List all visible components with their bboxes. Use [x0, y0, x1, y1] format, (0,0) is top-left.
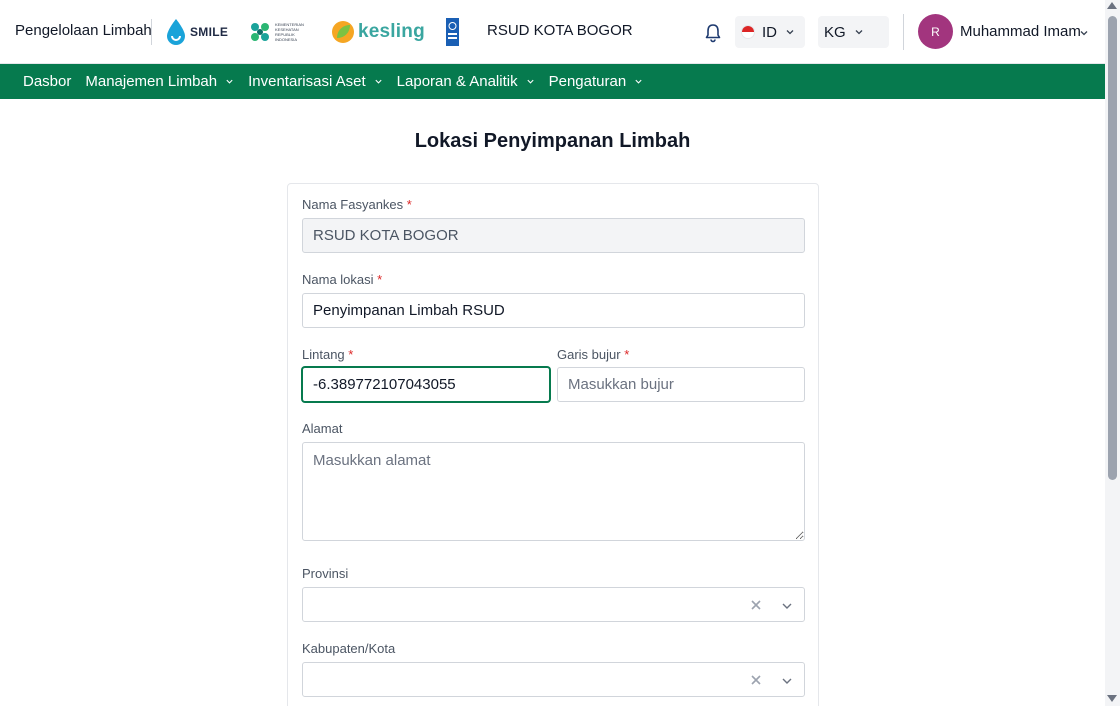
kabupaten-label: Kabupaten/Kota [302, 641, 395, 656]
chevron-down-icon [635, 79, 642, 84]
smile-logo-text: SMILE [190, 25, 229, 39]
avatar[interactable]: R [918, 14, 953, 49]
lokasi-field[interactable] [302, 293, 805, 328]
required-mark: * [377, 272, 383, 287]
kesling-logo: kesling [331, 14, 425, 50]
leaf-icon [332, 21, 354, 43]
indonesia-flag-icon [741, 25, 755, 39]
scroll-thumb[interactable] [1108, 16, 1117, 480]
kemenkes-emblem-icon [251, 23, 269, 41]
nav-label: Pengaturan [548, 73, 627, 90]
fasyankes-label-text: Nama Fasyankes [302, 197, 404, 212]
fasyankes-field [302, 218, 805, 253]
chevron-down-icon [226, 79, 233, 84]
kemenkes-logo-text: KEMENTERIAN KESEHATAN REPUBLIK INDONESIA [275, 22, 304, 42]
header-divider [903, 14, 904, 50]
kabupaten-label-text: Kabupaten/Kota [302, 641, 396, 656]
bujur-field[interactable] [557, 367, 805, 402]
lokasi-label: Nama lokasi * [302, 272, 382, 287]
lintang-field[interactable] [302, 367, 550, 402]
alamat-textarea[interactable] [302, 442, 805, 541]
bell-icon[interactable] [703, 23, 723, 43]
nav-label: Laporan & Analitik [396, 73, 518, 90]
chevron-down-icon[interactable] [781, 675, 793, 687]
nav-label: Manajemen Limbah [85, 73, 218, 90]
chevron-down-icon [375, 79, 382, 84]
lintang-label-text: Lintang [302, 347, 345, 362]
language-value: ID [762, 23, 777, 41]
provinsi-label: Provinsi [302, 566, 348, 581]
undp-emblem-icon [446, 18, 459, 46]
lintang-label: Lintang * [302, 347, 353, 362]
user-menu-chevron-icon[interactable] [1079, 28, 1089, 38]
alamat-label-text: Alamat [302, 421, 343, 436]
user-name[interactable]: Muhammad Imam [960, 23, 1081, 40]
top-header: Pengelolaan Limbah SMILE KEMENTERIAN KES… [0, 0, 1105, 64]
unit-selector[interactable]: KG [818, 16, 889, 48]
smile-logo: SMILE [165, 14, 228, 50]
clear-icon[interactable] [750, 599, 762, 611]
required-mark: * [348, 347, 354, 362]
unit-value: KG [824, 23, 846, 41]
lokasi-label-text: Nama lokasi [302, 272, 374, 287]
provinsi-label-text: Provinsi [302, 566, 349, 581]
nav-laporan-analitik[interactable]: Laporan & Analitik [397, 73, 535, 90]
page-title: Lokasi Penyimpanan Limbah [414, 130, 691, 152]
required-mark: * [406, 197, 412, 212]
alamat-label: Alamat [302, 421, 342, 436]
nav-pengaturan[interactable]: Pengaturan [549, 73, 644, 90]
hospital-name: RSUD KOTA BOGOR [487, 22, 633, 39]
nav-inventarisasi-aset[interactable]: Inventarisasi Aset [248, 73, 383, 90]
chevron-down-icon[interactable] [781, 600, 793, 612]
provinsi-select[interactable] [302, 587, 805, 622]
page-scrollbar[interactable] [1105, 0, 1120, 706]
nav-label: Inventarisasi Aset [248, 73, 366, 90]
nav-label: Dasbor [23, 73, 72, 90]
header-divider [151, 19, 152, 45]
nav-manajemen-limbah[interactable]: Manajemen Limbah [85, 73, 234, 90]
scroll-down-arrow-icon[interactable] [1107, 695, 1117, 702]
bujur-label: Garis bujur * [557, 347, 629, 362]
bujur-label-text: Garis bujur [557, 347, 621, 362]
chevron-down-icon [786, 30, 794, 35]
undp-logo [446, 14, 459, 50]
main-nav: Dasbor Manajemen Limbah Inventarisasi As… [0, 64, 1105, 99]
chevron-down-icon [855, 30, 863, 35]
scroll-up-arrow-icon[interactable] [1107, 2, 1117, 9]
chevron-down-icon [527, 79, 534, 84]
kesling-logo-text: kesling [358, 21, 425, 42]
app-name: Pengelolaan Limbah [15, 22, 152, 39]
language-selector[interactable]: ID [735, 16, 805, 48]
nav-dasbor[interactable]: Dasbor [23, 73, 71, 90]
fasyankes-label: Nama Fasyankes * [302, 197, 412, 212]
required-mark: * [624, 347, 630, 362]
kabupaten-select[interactable] [302, 662, 805, 697]
location-form-card: Nama Fasyankes * Nama lokasi * Lintang *… [287, 183, 819, 706]
kemenkes-logo: KEMENTERIAN KESEHATAN REPUBLIK INDONESIA [248, 14, 307, 50]
clear-icon[interactable] [750, 674, 762, 686]
water-drop-icon [167, 19, 185, 45]
